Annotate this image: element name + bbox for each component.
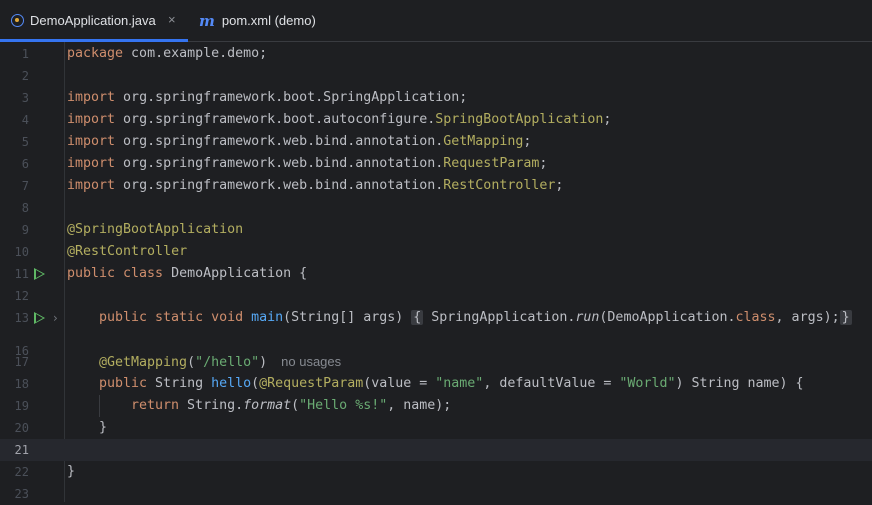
line-number: 9 [21,223,29,237]
code-text: import org.springframework.web.bind.anno… [67,134,532,149]
line-number: 11 [14,267,29,281]
code-line[interactable]: 22 } [0,461,872,483]
line-number: 17 [14,355,29,369]
code-text: public String hello(@RequestParam(value … [99,376,804,391]
code-text: @SpringBootApplication [67,222,244,237]
code-line-current[interactable]: 21 [0,439,872,461]
indent-guide [99,395,100,417]
code-line[interactable]: 2 [0,65,872,87]
code-line[interactable]: 7 import org.springframework.web.bind.an… [0,175,872,197]
code-text: @RestController [67,244,188,259]
code-line[interactable]: 11 public class DemoApplication { [0,263,872,285]
line-number: 4 [21,113,29,127]
line-number: 8 [21,201,29,215]
line-number: 20 [14,421,29,435]
code-text: import org.springframework.web.bind.anno… [67,178,564,193]
code-text: import org.springframework.boot.autoconf… [67,112,612,127]
code-line[interactable]: 1 package com.example.demo; [0,43,872,65]
code-line[interactable]: 20 } [0,417,872,439]
line-number: 21 [14,443,29,457]
code-line[interactable]: 12 [0,285,872,307]
line-number: 1 [21,47,29,61]
code-text: return String.format("Hello %s!", name); [131,398,452,413]
code-text: import org.springframework.boot.SpringAp… [67,90,468,105]
code-line[interactable]: 4 import org.springframework.boot.autoco… [0,109,872,131]
line-number: 22 [14,465,29,479]
close-icon[interactable]: × [168,12,176,27]
line-number: 2 [21,69,29,83]
tab-pom-xml[interactable]: m pom.xml (demo) [199,0,339,41]
code-text: } [99,420,108,435]
tab-label: DemoApplication.java [30,13,156,28]
usages-hint: no usages [281,354,342,369]
tab-demo-application[interactable]: DemoApplication.java × [0,0,188,42]
line-number: 5 [21,135,29,149]
code-editor[interactable]: 1 package com.example.demo; 2 3 import o… [0,42,872,502]
line-number: 6 [21,157,29,171]
code-text: import org.springframework.web.bind.anno… [67,156,548,171]
line-number: 18 [14,377,29,391]
code-line[interactable]: 17 @GetMapping("/hello") no usages [0,351,872,373]
code-line[interactable]: 18 public String hello(@RequestParam(val… [0,373,872,395]
java-class-icon [11,14,24,27]
fold-marker: } [839,310,852,325]
line-number: 13 [14,311,29,325]
code-line[interactable]: 5 import org.springframework.web.bind.an… [0,131,872,153]
maven-icon: m [199,11,215,30]
code-text: } [67,464,76,479]
line-number: 19 [14,399,29,413]
code-text: public class DemoApplication { [67,266,308,281]
chevron-right-icon[interactable]: › [53,307,58,329]
code-line[interactable]: 6 import org.springframework.web.bind.an… [0,153,872,175]
line-number: 3 [21,91,29,105]
editor-tab-bar: DemoApplication.java × m pom.xml (demo) [0,0,872,42]
run-icon[interactable] [34,312,45,324]
code-line[interactable]: 10 @RestController [0,241,872,263]
code-line[interactable]: 9 @SpringBootApplication [0,219,872,241]
code-line[interactable]: 13 › public static void main(String[] ar… [0,307,872,329]
line-number: 12 [14,289,29,303]
tab-label: pom.xml (demo) [221,13,316,28]
code-text: @GetMapping("/hello") no usages [99,354,342,370]
code-text: public static void main(String[] args) {… [99,310,852,325]
run-icon[interactable] [34,268,45,280]
code-line[interactable]: 3 import org.springframework.boot.Spring… [0,87,872,109]
code-line[interactable]: 19 return String.format("Hello %s!", nam… [0,395,872,417]
code-line[interactable]: 8 [0,197,872,219]
fold-marker: { [411,310,424,325]
line-number: 7 [21,179,29,193]
code-text: package com.example.demo; [67,46,268,61]
line-number: 10 [14,245,29,259]
